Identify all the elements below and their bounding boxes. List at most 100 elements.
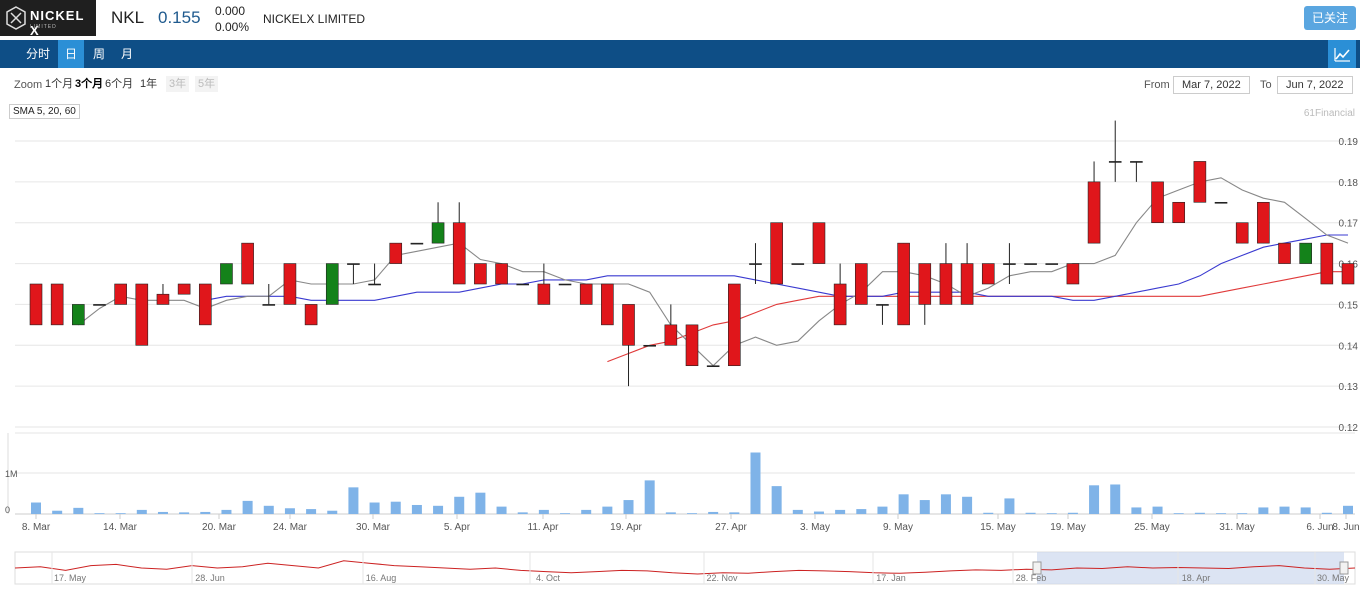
candle-body [1066, 263, 1080, 285]
candle-body [1193, 161, 1207, 203]
date-label: 14. Mar [103, 522, 138, 533]
volume-bar [136, 509, 147, 514]
volume-bar [221, 509, 232, 514]
volume-bar [31, 502, 41, 514]
volume-bar [729, 512, 740, 514]
volume-bar [1173, 513, 1184, 514]
candle-body [1299, 242, 1312, 264]
zoom-5y-button[interactable]: 5年 [195, 76, 219, 92]
navigator-handle[interactable] [1032, 561, 1042, 575]
navigator-date-label: 18. Apr [1182, 573, 1211, 583]
candle-body [114, 283, 127, 305]
last-price: 0.155 [158, 8, 201, 27]
navigator[interactable]: 17. May 28. Jun 16. Aug 4. Oct 22. Nov 17. Ja… [14, 551, 1356, 585]
candle-body [431, 222, 445, 244]
candle-body [558, 283, 572, 286]
candle-body [1087, 181, 1101, 244]
price-tick-label: 0.17 [1339, 219, 1359, 230]
volume-bar [1131, 507, 1142, 514]
volume-bar [73, 507, 84, 514]
zoom-1y-button[interactable]: 1年 [137, 76, 160, 92]
volume-bar [411, 504, 422, 514]
volume-bar [1110, 484, 1121, 514]
price-tick-label: 0.14 [1339, 341, 1359, 352]
volume-bar [792, 509, 803, 514]
to-date-input[interactable]: Jun 7, 2022 [1277, 76, 1353, 94]
zoom-6m-button[interactable]: 6个月 [102, 76, 136, 92]
volume-bar [1152, 506, 1163, 514]
volume-bar [1343, 505, 1353, 514]
tab-daily[interactable]: 日 [58, 40, 84, 68]
candle-body [1214, 201, 1228, 204]
volume-bar [284, 508, 295, 514]
volume-bar [306, 509, 317, 514]
volume-bar [52, 510, 63, 514]
candle-body [368, 283, 381, 286]
candle-body [833, 283, 847, 326]
zoom-3y-button[interactable]: 3年 [166, 76, 190, 92]
navigator-date-label: 4. Oct [536, 573, 561, 583]
volume-bar [919, 500, 930, 514]
candle-body [622, 304, 635, 346]
candle-body [981, 263, 995, 285]
volume-bar [602, 506, 613, 514]
volume-bar [242, 500, 253, 514]
price-tick-label: 0.13 [1339, 382, 1359, 393]
candle-body [579, 283, 593, 305]
candle-body [262, 304, 276, 306]
logo-subtext: LIMITED [30, 24, 57, 30]
volume-bar [496, 506, 507, 514]
nickel-x-logo-icon [6, 6, 26, 30]
candle-body [812, 222, 826, 264]
candle-body [283, 263, 297, 305]
volume-bar [813, 511, 824, 514]
sma60-path [607, 271, 1348, 363]
candle-body [516, 283, 530, 286]
navigator-handle[interactable] [1339, 561, 1349, 575]
candle-body [325, 263, 339, 305]
volume-bar [1046, 513, 1057, 514]
volume-axis: 1M 0 [5, 469, 18, 515]
volume-bar [983, 512, 994, 514]
volume-bar [898, 494, 909, 514]
candle-body [876, 304, 889, 306]
stock-chart[interactable]: 0.190.180.170.160.150.140.130.12 1M0 8. … [0, 100, 1360, 595]
tab-weekly[interactable]: 周 [86, 40, 112, 68]
header-bar: NICKEL X LIMITED NKL 0.155 0.000 0.00% N… [0, 0, 1360, 38]
volume-bar [157, 511, 168, 514]
navigator-date-label: 22. Nov [706, 573, 738, 583]
tab-intraday[interactable]: 分时 [22, 40, 54, 68]
volume-bar [1258, 507, 1269, 514]
candle-body [1257, 201, 1270, 244]
candle-body [177, 283, 191, 295]
volume-bar [475, 492, 486, 514]
date-label: 24. Mar [273, 522, 308, 533]
candle-body [728, 283, 741, 367]
date-label: 20. Mar [202, 522, 237, 533]
change-percent: 0.00% [215, 20, 250, 34]
volume-bar [94, 513, 105, 514]
chart-type-button[interactable] [1328, 40, 1356, 68]
from-date-input[interactable]: Mar 7, 2022 [1173, 76, 1250, 94]
candle-body [1172, 201, 1186, 224]
date-label: 8. Jun [1332, 522, 1359, 533]
navigator-date-label: 17. Jan [876, 573, 906, 583]
price-tick-label: 0.15 [1339, 300, 1359, 311]
volume-bar [665, 512, 676, 514]
tab-monthly[interactable]: 月 [114, 40, 140, 68]
volume-bar [1237, 513, 1248, 514]
follow-button[interactable]: 已关注 [1304, 6, 1356, 30]
date-label: 27. Apr [715, 522, 747, 533]
ticker-symbol: NKL [111, 8, 145, 27]
candle-body [1003, 263, 1016, 265]
zoom-1m-button[interactable]: 1个月 [42, 76, 76, 92]
volume-bar [327, 510, 338, 514]
zoom-3m-button[interactable]: 3个月 [72, 76, 106, 92]
candlestick-series [29, 120, 1355, 387]
candle-body [72, 304, 85, 326]
candle-body [1320, 242, 1334, 285]
candle-body [1341, 263, 1355, 285]
candle-body [410, 242, 424, 245]
volume-bar [835, 509, 846, 514]
volume-bar [877, 506, 888, 514]
